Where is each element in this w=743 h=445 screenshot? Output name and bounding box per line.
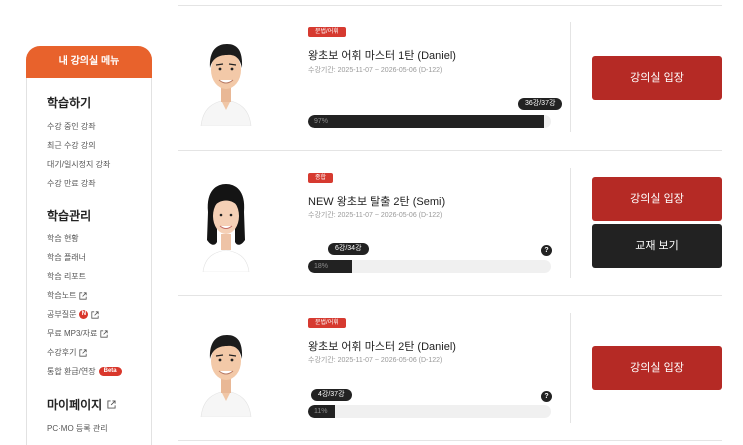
instructor-photo xyxy=(197,317,255,417)
category-badge: 문법/어휘 xyxy=(308,318,346,328)
external-link-icon xyxy=(79,291,88,300)
instructor-photo xyxy=(197,26,255,126)
sidebar-item-in-progress-courses[interactable]: 수강 중인 강좌 xyxy=(47,121,96,132)
sidebar-item-study-status[interactable]: 학습 현황 xyxy=(47,233,79,244)
view-textbook-button[interactable]: 교재 보기 xyxy=(592,224,722,268)
progress-bar: 97% xyxy=(308,115,551,128)
sidebar-item-study-question[interactable]: 공부질문 N xyxy=(47,309,100,320)
external-link-icon xyxy=(91,310,100,319)
category-badge: 문법/어휘 xyxy=(308,27,346,37)
external-link-icon xyxy=(107,400,116,409)
course-title[interactable]: NEW 왕초보 탈출 2탄 (Semi) xyxy=(308,193,445,209)
lecture-room-sidebar: 내 강의실 메뉴 학습하기 수강 중인 강좌 최근 수강 강의 대기/일시정지 … xyxy=(26,46,152,445)
sidebar-item-course-review[interactable]: 수강후기 xyxy=(47,347,88,358)
progress-fill xyxy=(308,115,544,128)
lecture-count-tooltip: 6강/34강 xyxy=(328,243,369,255)
section-title-mypage[interactable]: 마이페이지 xyxy=(47,396,116,413)
sidebar-header: 내 강의실 메뉴 xyxy=(26,46,152,78)
course-title[interactable]: 왕초보 어휘 마스터 2탄 (Daniel) xyxy=(308,338,456,354)
row-divider xyxy=(178,295,722,296)
progress-bar: 11% xyxy=(308,405,551,418)
instructor-photo xyxy=(197,172,255,272)
sidebar-item-paused-courses[interactable]: 대기/일시정지 강좌 xyxy=(47,159,110,170)
sidebar-item-study-report[interactable]: 학습 리포트 xyxy=(47,271,86,282)
sidebar-item-recent-lectures[interactable]: 최근 수강 강의 xyxy=(47,140,96,151)
external-link-icon xyxy=(79,348,88,357)
category-badge: 종합 xyxy=(308,173,334,183)
lecture-count-tooltip: 4강/37강 xyxy=(311,389,352,401)
sidebar-item-refund-extension[interactable]: 통합 환급/연장 Beta xyxy=(47,366,122,377)
sidebar-item-study-note[interactable]: 학습노트 xyxy=(47,290,88,301)
sidebar-item-expired-courses[interactable]: 수강 만료 강좌 xyxy=(47,178,96,189)
course-period: 수강기간: 2025-11-07 ~ 2026-05-06 (D-122) xyxy=(308,212,443,219)
sidebar-item-study-planner[interactable]: 학습 플래너 xyxy=(47,252,86,263)
sidebar-item-free-mp3[interactable]: 무료 MP3/자료 xyxy=(47,328,108,339)
column-divider xyxy=(570,168,571,278)
section-title-study: 학습하기 xyxy=(47,96,92,110)
progress-bar: 18% xyxy=(308,260,551,273)
column-divider xyxy=(570,22,571,132)
column-divider xyxy=(570,313,571,423)
progress-percent: 97% xyxy=(314,118,329,125)
help-icon[interactable]: ? xyxy=(541,391,552,402)
course-period: 수강기간: 2025-11-07 ~ 2026-05-06 (D-122) xyxy=(308,67,443,74)
help-icon[interactable]: ? xyxy=(541,245,552,256)
progress-percent: 11% xyxy=(314,408,328,415)
course-title[interactable]: 왕초보 어휘 마스터 1탄 (Daniel) xyxy=(308,47,456,63)
progress-percent: 18% xyxy=(314,263,329,270)
course-period: 수강기간: 2025-11-07 ~ 2026-05-06 (D-122) xyxy=(308,357,443,364)
new-badge: N xyxy=(79,310,89,319)
row-divider xyxy=(178,150,722,151)
beta-badge: Beta xyxy=(98,367,122,376)
section-title-manage: 학습관리 xyxy=(47,209,92,223)
enter-classroom-button[interactable]: 강의실 입장 xyxy=(592,177,722,221)
external-link-icon xyxy=(100,329,108,338)
list-top-divider xyxy=(178,5,722,6)
row-divider xyxy=(178,440,722,441)
sidebar-item-device-management[interactable]: PC·MO 등록 관리 xyxy=(47,423,108,434)
enter-classroom-button[interactable]: 강의실 입장 xyxy=(592,56,722,100)
enter-classroom-button[interactable]: 강의실 입장 xyxy=(592,346,722,390)
lecture-count-tooltip: 36강/37강 xyxy=(518,98,563,110)
